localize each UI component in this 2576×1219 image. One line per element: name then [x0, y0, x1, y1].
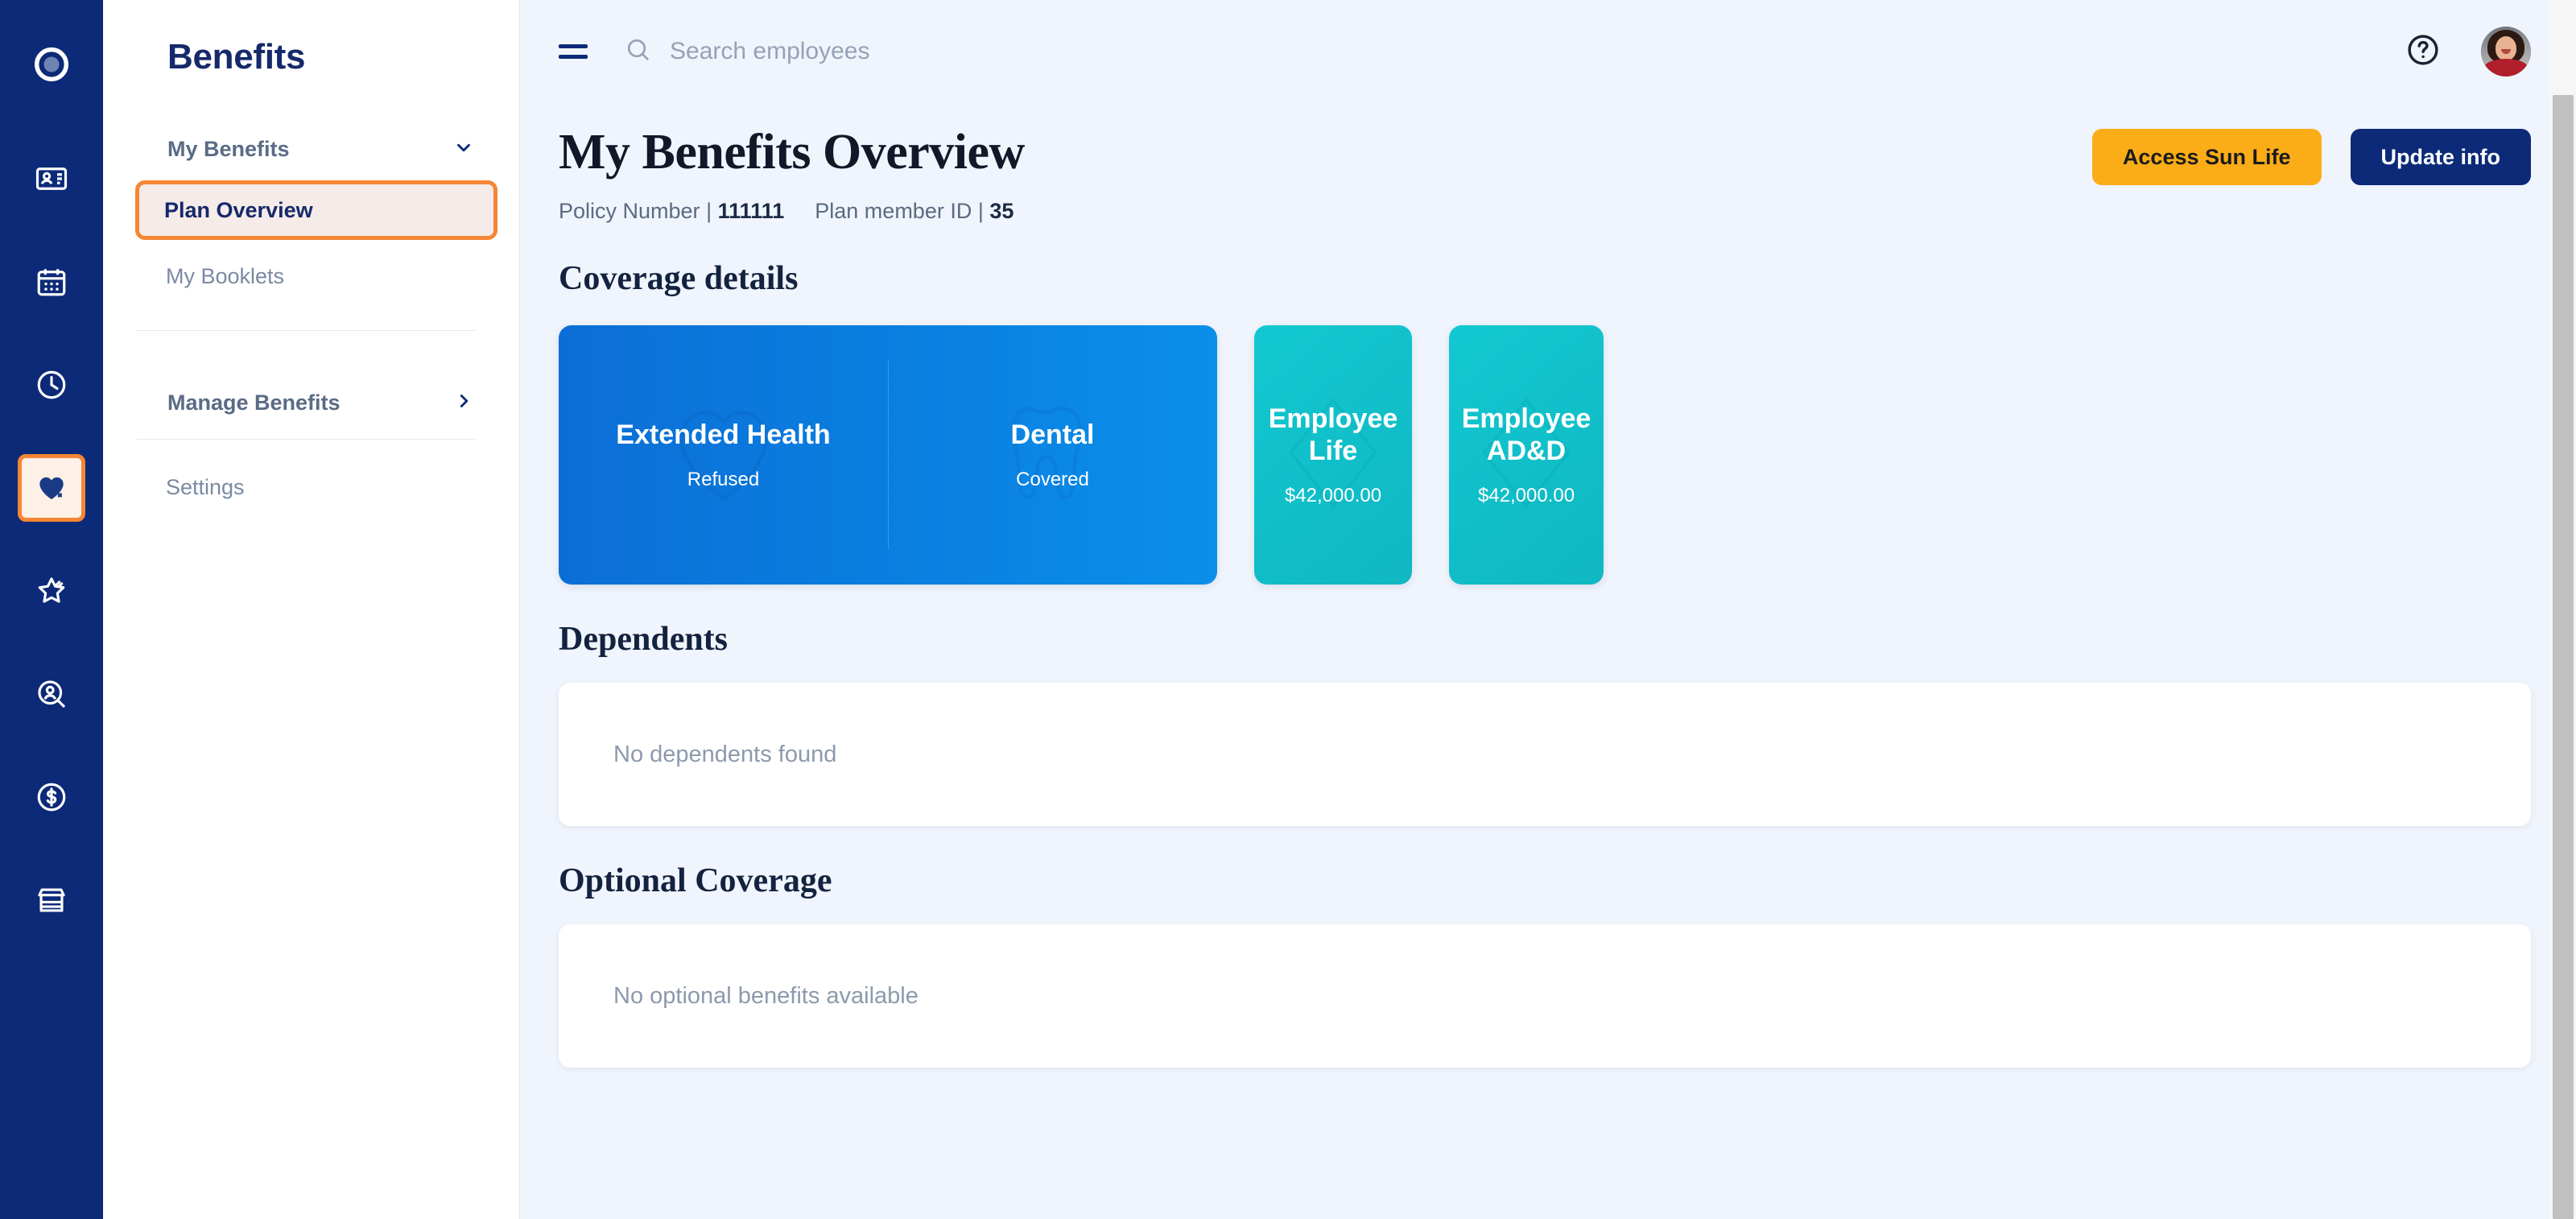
dependents-panel: No dependents found [559, 683, 2531, 826]
dependents-heading: Dependents [559, 620, 2531, 659]
search-input[interactable]: Search employees [625, 36, 869, 68]
coverage-card-employee-life[interactable]: Employee Life $42,000.00 [1254, 325, 1412, 585]
sidebar-item-plan-overview[interactable]: Plan Overview [135, 180, 497, 240]
coverage-card-employee-life-amount: $42,000.00 [1285, 485, 1381, 507]
calendar-icon [35, 265, 68, 299]
vertical-scrollbar[interactable] [2550, 0, 2576, 1219]
rail-item-recruiting[interactable] [18, 660, 85, 728]
access-sun-life-button[interactable]: Access Sun Life [2092, 129, 2322, 185]
chevron-right-icon [453, 390, 474, 415]
sidebar-item-my-booklets-label: My Booklets [166, 264, 284, 289]
nav-group-manage-benefits-label: Manage Benefits [167, 390, 341, 415]
icon-rail [0, 0, 103, 1219]
coverage-half-extended-health-status: Refused [687, 469, 759, 491]
coverage-half-extended-health-title: Extended Health [616, 419, 830, 451]
rail-item-recognition[interactable] [18, 557, 85, 625]
avatar[interactable] [2481, 27, 2531, 76]
app-root: Benefits My Benefits Plan Overview My Bo… [0, 0, 2576, 1219]
optional-coverage-panel: No optional benefits available [559, 924, 2531, 1068]
rail-item-payroll[interactable] [18, 763, 85, 831]
benefits-sidebar: Benefits My Benefits Plan Overview My Bo… [103, 0, 520, 1219]
id-card-icon [35, 162, 68, 196]
optional-coverage-empty-text: No optional benefits available [613, 983, 919, 1010]
rail-item-time[interactable] [18, 351, 85, 419]
meta-plan-member-id: Plan member ID | 35 [815, 199, 1013, 224]
optional-coverage-heading: Optional Coverage [559, 862, 2531, 900]
coverage-cards: Extended Health Refused Dental Covered [559, 325, 2531, 585]
main-area: Search employees My B [520, 0, 2576, 1219]
update-info-button[interactable]: Update info [2351, 129, 2532, 185]
clock-icon [35, 368, 68, 402]
dollar-circle-icon [35, 780, 68, 814]
page-header: My Benefits Overview Policy Number | 111… [559, 103, 2531, 224]
sidebar-title: Benefits [137, 0, 485, 77]
coverage-half-dental-title: Dental [1011, 419, 1095, 451]
sidebar-item-settings[interactable]: Settings [137, 461, 485, 514]
sidebar-item-settings-label: Settings [166, 475, 245, 500]
tooth-outline-icon [993, 393, 1113, 518]
coverage-card-employee-life-title: Employee Life [1269, 403, 1398, 467]
heart-outline-icon [663, 393, 784, 518]
scrollbar-thumb[interactable] [2553, 95, 2574, 1219]
top-bar-right [2405, 27, 2531, 76]
rail-item-calendar[interactable] [18, 248, 85, 316]
coverage-card-employee-addd[interactable]: Employee AD&D $42,000.00 [1449, 325, 1604, 585]
meta-policy-number-label: Policy Number [559, 199, 700, 223]
search-icon [625, 36, 652, 68]
rail-item-benefits[interactable] [18, 454, 85, 522]
person-search-icon [35, 677, 68, 711]
meta-policy-number: Policy Number | 111111 [559, 199, 784, 224]
page-title: My Benefits Overview [559, 124, 1025, 181]
policy-meta: Policy Number | 111111 Plan member ID | … [559, 199, 1025, 224]
sidebar-item-my-booklets[interactable]: My Booklets [137, 250, 485, 303]
page-actions: Access Sun Life Update info [2092, 129, 2531, 185]
meta-plan-member-id-label: Plan member ID [815, 199, 972, 223]
meta-plan-member-id-sep: | [978, 199, 984, 223]
star-badge-icon [35, 574, 68, 608]
nav-group-my-benefits[interactable]: My Benefits [137, 127, 485, 171]
dependents-empty-text: No dependents found [613, 742, 836, 768]
heart-benefits-icon [35, 472, 68, 504]
hamburger-icon[interactable] [559, 44, 588, 59]
coverage-details-heading: Coverage details [559, 259, 2531, 298]
sidebar-divider-1 [137, 330, 476, 331]
page-header-left: My Benefits Overview Policy Number | 111… [559, 103, 1025, 224]
top-bar: Search employees [520, 0, 2576, 103]
nav-group-my-benefits-label: My Benefits [167, 137, 290, 162]
sidebar-item-plan-overview-label: Plan Overview [164, 198, 313, 223]
meta-policy-number-value: 111111 [718, 199, 785, 223]
chevron-down-icon [453, 137, 474, 162]
nav-group-manage-benefits[interactable]: Manage Benefits [137, 381, 485, 424]
coverage-half-extended-health: Extended Health Refused [559, 325, 888, 585]
rail-item-marketplace[interactable] [18, 866, 85, 934]
coverage-card-health-dental[interactable]: Extended Health Refused Dental Covered [559, 325, 1217, 585]
rail-item-employees[interactable] [18, 145, 85, 213]
store-icon [35, 883, 68, 917]
search-placeholder: Search employees [670, 38, 869, 65]
coverage-half-dental: Dental Covered [888, 325, 1217, 585]
meta-plan-member-id-value: 35 [989, 199, 1013, 223]
help-circle-icon[interactable] [2405, 32, 2441, 72]
page-content: My Benefits Overview Policy Number | 111… [520, 103, 2576, 1068]
coverage-card-employee-addd-amount: $42,000.00 [1478, 485, 1575, 507]
sidebar-divider-2 [137, 439, 476, 440]
meta-policy-number-sep: | [706, 199, 712, 223]
coverage-half-dental-status: Covered [1016, 469, 1089, 491]
app-logo-icon[interactable] [18, 31, 85, 98]
coverage-card-employee-addd-title: Employee AD&D [1462, 403, 1591, 467]
